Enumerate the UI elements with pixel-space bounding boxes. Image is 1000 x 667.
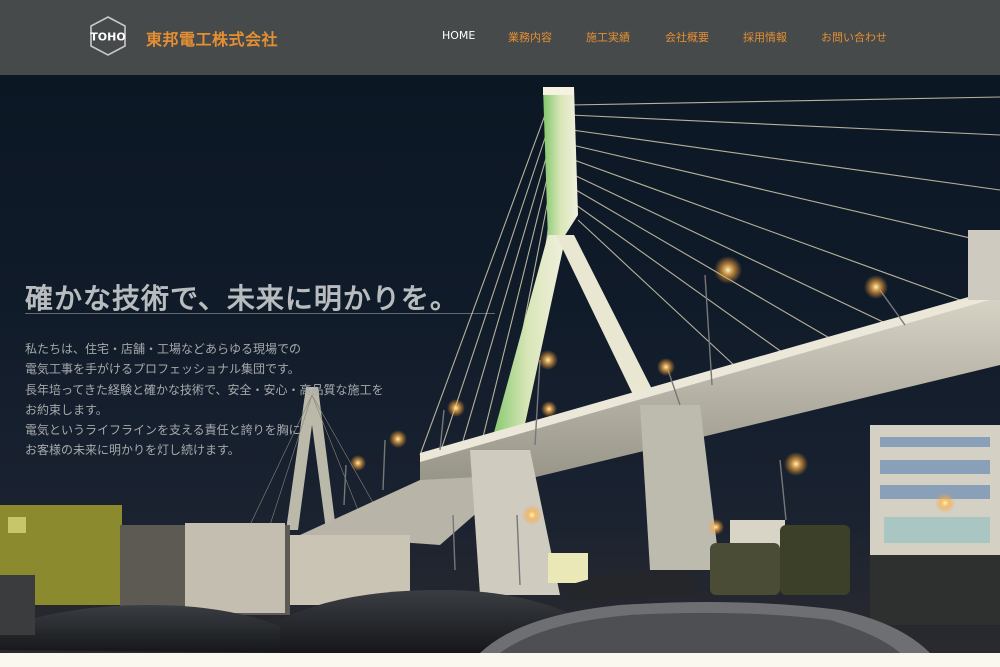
site-header: TOHO 東邦電工株式会社 HOME 業務内容 施工実績 会社概要 採用情報 お…	[0, 0, 1000, 75]
building-right	[870, 230, 1000, 555]
body-line: 電気工事を手がけるプロフェッショナル集団です。	[25, 362, 300, 377]
body-line: お客様の未来に明かりを灯し続けます。	[25, 443, 240, 458]
hexagon-logo-icon: TOHO	[90, 16, 126, 56]
nav-item-works[interactable]: 施工実績	[586, 29, 630, 45]
nav-item-contact[interactable]: お問い合わせ	[821, 29, 887, 45]
nav-item-company[interactable]: 会社概要	[665, 29, 709, 45]
body-line: 長年培ってきた経験と確かな技術で、安全・安心・高品質な施工を	[25, 382, 384, 397]
nav-item-recruit[interactable]: 採用情報	[743, 29, 787, 45]
body-line: お約束します。	[25, 402, 108, 417]
toho-logo[interactable]: TOHO	[89, 16, 127, 56]
hero-headline: 確かな技術で、未来に明かりを。	[25, 282, 459, 315]
headline-divider	[25, 313, 495, 314]
body-line: 私たちは、住宅・店舗・工場などあらゆる現場での	[25, 342, 302, 356]
nav-item-home[interactable]: HOME	[442, 29, 475, 42]
logo-text: TOHO	[90, 31, 125, 44]
company-name[interactable]: 東邦電工株式会社	[146, 26, 278, 50]
page-bottom-strip	[0, 653, 1000, 667]
hero-section: 確かな技術で、未来に明かりを。 私たちは、住宅・店舗・工場などあらゆる現場での …	[0, 75, 1000, 653]
hero-body-copy: 私たちは、住宅・店舗・工場などあらゆる現場での 電気工事を手がけるプロフェッショ…	[25, 339, 425, 461]
body-line: 電気というライフラインを支える責任と誇りを胸に	[25, 423, 301, 438]
nav-item-services[interactable]: 業務内容	[508, 29, 552, 45]
